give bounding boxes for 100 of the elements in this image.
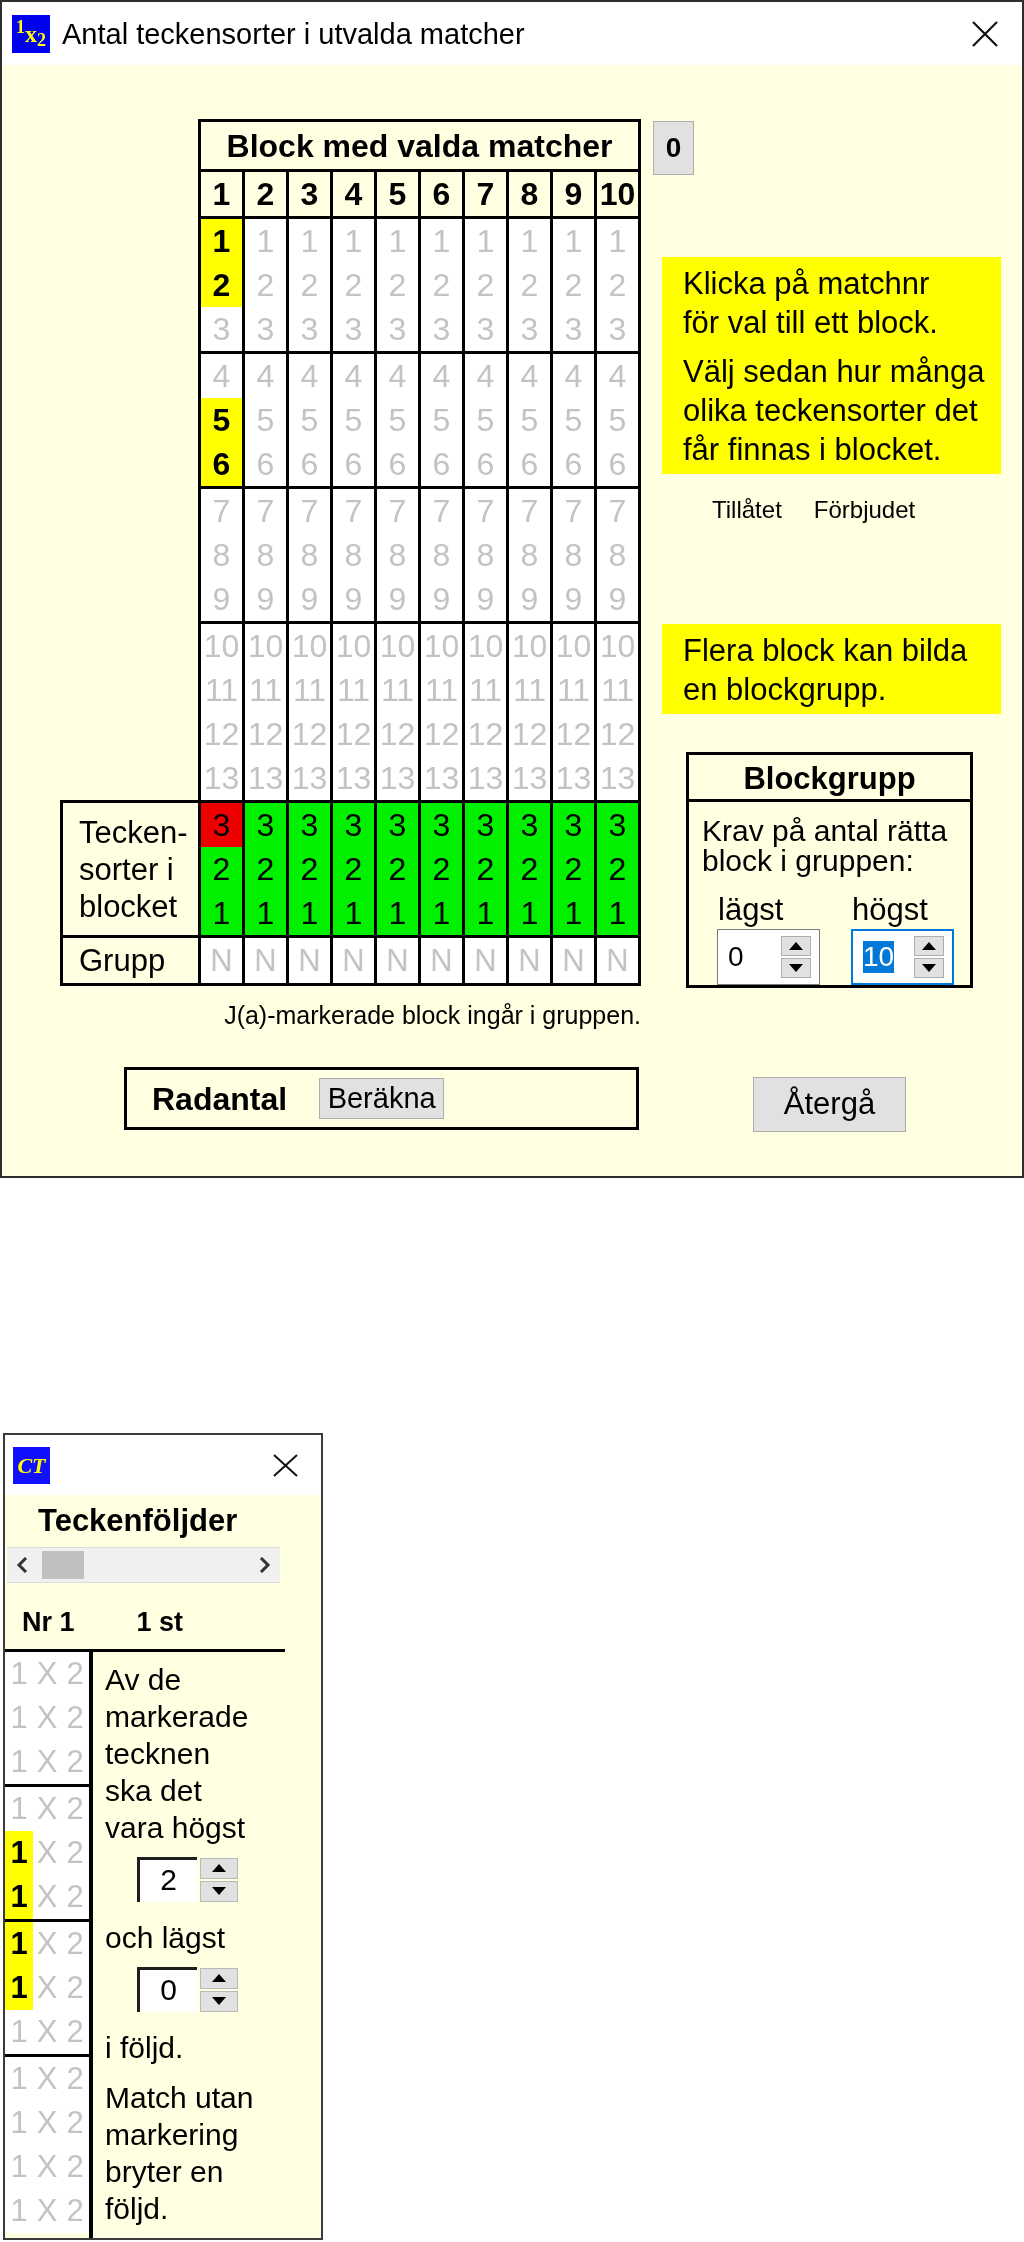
match-number[interactable]: 1 [377,219,418,263]
match-number[interactable]: 2 [509,263,550,307]
increment-button[interactable] [914,936,944,956]
sign-count[interactable]: 1 [553,891,594,935]
match-number[interactable]: 7 [245,489,286,533]
group-flag[interactable]: N [509,938,550,983]
match-number[interactable]: 12 [597,712,639,756]
match-number[interactable]: 10 [597,624,639,668]
number-field[interactable]: 2 [137,1857,197,1902]
match-number[interactable]: 9 [465,577,506,621]
match-number[interactable]: 6 [289,442,330,486]
match-number[interactable]: 12 [553,712,594,756]
increment-button[interactable] [200,1857,238,1879]
match-number[interactable]: 11 [201,668,242,712]
match-number[interactable]: 11 [289,668,330,712]
sign-count[interactable]: 3 [333,803,374,847]
match-number[interactable]: 5 [509,398,550,442]
match-number[interactable]: 3 [465,307,506,351]
counter-button[interactable]: 0 [653,121,694,175]
sign-toggle[interactable]: 2 [61,1831,89,1875]
sign-toggle[interactable]: 2 [61,2189,89,2233]
sign-toggle[interactable]: 2 [61,1787,89,1831]
match-number[interactable]: 13 [421,756,462,800]
match-number[interactable]: 4 [509,354,550,398]
sign-toggle[interactable]: 1 [5,2057,33,2101]
calculate-button[interactable]: Beräkna [319,1078,445,1119]
match-number[interactable]: 1 [201,219,242,263]
sign-toggle[interactable]: X [33,1966,61,2010]
match-number[interactable]: 3 [201,307,242,351]
sign-toggle[interactable]: 2 [61,2057,89,2101]
match-number[interactable]: 1 [509,219,550,263]
match-number[interactable]: 6 [553,442,594,486]
match-number[interactable]: 7 [597,489,639,533]
match-number[interactable]: 13 [553,756,594,800]
match-number[interactable]: 5 [201,398,242,442]
match-number[interactable]: 2 [333,263,374,307]
sign-toggle[interactable]: 2 [61,1966,89,2010]
match-number[interactable]: 4 [245,354,286,398]
match-number[interactable]: 13 [201,756,242,800]
sign-toggle[interactable]: X [33,1696,61,1740]
match-number[interactable]: 3 [289,307,330,351]
match-number[interactable]: 9 [553,577,594,621]
sign-toggle[interactable]: X [33,1740,61,1784]
match-number[interactable]: 7 [421,489,462,533]
sign-toggle[interactable]: 1 [5,2189,33,2233]
match-number[interactable]: 13 [289,756,330,800]
sign-toggle[interactable]: 1 [5,2101,33,2145]
match-number[interactable]: 11 [245,668,286,712]
match-number[interactable]: 7 [289,489,330,533]
match-number[interactable]: 12 [245,712,286,756]
close-button[interactable] [972,20,998,47]
match-number[interactable]: 2 [289,263,330,307]
sign-count[interactable]: 2 [509,847,550,891]
group-flag[interactable]: N [377,938,418,983]
sign-toggle[interactable]: X [33,2010,61,2054]
match-number[interactable]: 10 [421,624,462,668]
match-number[interactable]: 4 [465,354,506,398]
match-number[interactable]: 1 [597,219,639,263]
sign-toggle[interactable]: X [33,2057,61,2101]
column-header[interactable]: 1 [199,170,244,218]
match-number[interactable]: 7 [377,489,418,533]
sign-count[interactable]: 2 [201,847,242,891]
group-flag[interactable]: N [597,938,639,983]
match-number[interactable]: 2 [201,263,242,307]
match-number[interactable]: 9 [333,577,374,621]
sign-count[interactable]: 1 [509,891,550,935]
sign-count[interactable]: 1 [597,891,639,935]
match-number[interactable]: 7 [201,489,242,533]
match-number[interactable]: 7 [333,489,374,533]
group-flag[interactable]: N [245,938,286,983]
sign-count[interactable]: 2 [465,847,506,891]
match-number[interactable]: 1 [465,219,506,263]
match-number[interactable]: 12 [465,712,506,756]
sign-toggle[interactable]: X [33,1831,61,1875]
sign-toggle[interactable]: X [33,1787,61,1831]
group-flag[interactable]: N [553,938,594,983]
match-number[interactable]: 3 [597,307,639,351]
sign-toggle[interactable]: 1 [5,1696,33,1740]
sign-toggle[interactable]: 2 [61,2101,89,2145]
sign-count[interactable]: 3 [509,803,550,847]
match-number[interactable]: 10 [245,624,286,668]
match-number[interactable]: 4 [377,354,418,398]
match-number[interactable]: 3 [245,307,286,351]
match-number[interactable]: 5 [377,398,418,442]
group-flag[interactable]: N [465,938,506,983]
match-number[interactable]: 12 [333,712,374,756]
match-number[interactable]: 11 [333,668,374,712]
match-number[interactable]: 9 [377,577,418,621]
match-number[interactable]: 13 [333,756,374,800]
sign-count[interactable]: 3 [597,803,639,847]
match-number[interactable]: 6 [201,442,242,486]
match-number[interactable]: 2 [465,263,506,307]
match-number[interactable]: 5 [597,398,639,442]
decrement-button[interactable] [200,1880,238,1902]
match-number[interactable]: 6 [509,442,550,486]
scrollbar-thumb[interactable] [42,1551,84,1579]
match-number[interactable]: 13 [245,756,286,800]
group-flag[interactable]: N [201,938,242,983]
match-number[interactable]: 9 [201,577,242,621]
match-number[interactable]: 12 [289,712,330,756]
